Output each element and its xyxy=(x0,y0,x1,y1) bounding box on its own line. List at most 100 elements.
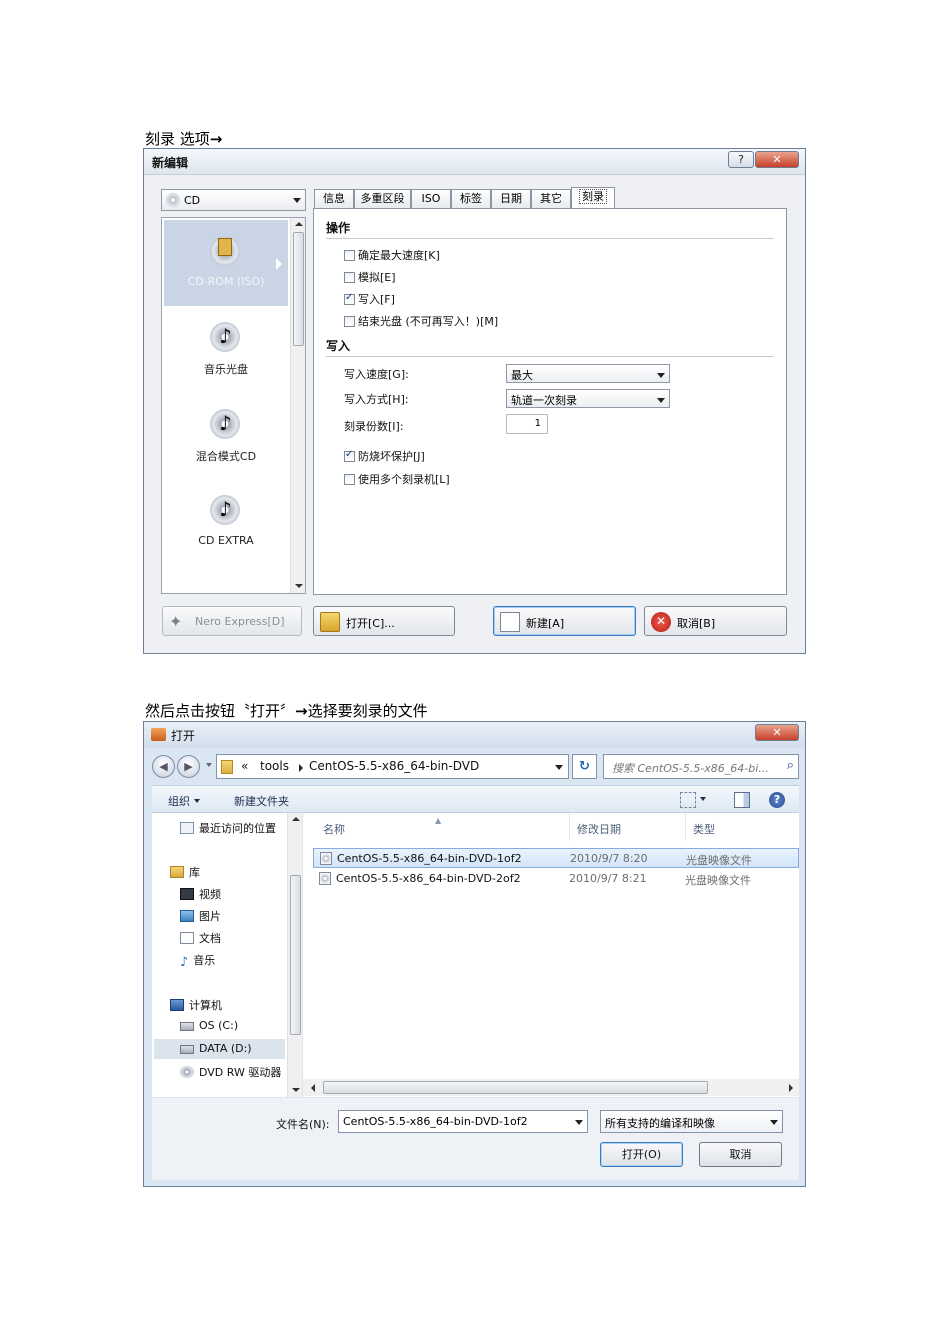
recent-pages-chevron-icon[interactable] xyxy=(206,763,212,767)
multiple-recorders-checkbox[interactable]: 使用多个刻录机[L] xyxy=(344,471,450,487)
open-button[interactable]: 打开[C]... xyxy=(313,606,455,636)
search-input[interactable]: 搜索 CentOS-5.5-x86_64-bi... ⌕ xyxy=(603,754,799,779)
breadcrumb-current[interactable]: CentOS-5.5-x86_64-bin-DVD xyxy=(309,759,479,773)
scroll-right-icon[interactable] xyxy=(789,1084,793,1092)
column-divider[interactable] xyxy=(685,813,686,841)
breadcrumb-separator-icon[interactable] xyxy=(299,764,303,772)
navigation-pane: 最近访问的位置 库 视频 图片 文档 ♪ 音乐 计算机 OS (C:) DATA … xyxy=(152,813,302,1097)
media-item-music-disc[interactable]: ♪ 音乐光盘 xyxy=(164,306,288,392)
copies-input[interactable]: 1 xyxy=(506,414,548,434)
tab-info[interactable]: 信息 xyxy=(314,189,354,209)
filename-input[interactable]: CentOS-5.5-x86_64-bin-DVD-1of2 xyxy=(338,1110,588,1133)
new-button[interactable]: 新建[A] xyxy=(493,606,636,636)
help-button[interactable]: ? xyxy=(728,151,754,168)
new-document-icon xyxy=(500,612,520,632)
recent-places-icon xyxy=(180,822,194,834)
new-folder-button[interactable]: 新建文件夹 xyxy=(234,793,289,809)
tab-dates[interactable]: 日期 xyxy=(491,189,531,209)
refresh-button[interactable]: ↻ xyxy=(572,754,597,779)
button-label: Nero Express[D] xyxy=(195,615,285,628)
scrollbar-thumb[interactable] xyxy=(293,232,304,346)
help-icon[interactable]: ? xyxy=(769,792,785,808)
open-file-button[interactable]: 打开(O) xyxy=(600,1142,683,1167)
nav-libraries[interactable]: 库 xyxy=(170,864,200,880)
nav-videos[interactable]: 视频 xyxy=(180,886,221,902)
chevron-down-icon[interactable] xyxy=(575,1120,583,1125)
view-options-chevron[interactable] xyxy=(700,793,706,806)
media-type-select[interactable]: CD xyxy=(161,189,306,211)
scroll-left-icon[interactable] xyxy=(311,1084,315,1092)
determine-max-speed-checkbox[interactable]: 确定最大速度[K] xyxy=(344,247,440,263)
tab-misc[interactable]: 其它 xyxy=(531,189,571,209)
write-heading: 写入 xyxy=(326,339,351,353)
column-divider[interactable] xyxy=(569,813,570,841)
search-icon[interactable]: ⌕ xyxy=(787,758,794,773)
preview-pane-icon[interactable] xyxy=(734,792,750,808)
scroll-up-icon[interactable] xyxy=(292,817,300,821)
media-list-scrollbar[interactable] xyxy=(290,218,305,593)
chevron-down-icon[interactable] xyxy=(555,765,563,770)
navigation-pane-scrollbar[interactable] xyxy=(287,813,302,1097)
breadcrumb-overflow[interactable]: « xyxy=(241,759,248,773)
chevron-right-icon xyxy=(276,258,282,270)
column-header-type[interactable]: 类型 xyxy=(693,821,715,837)
scrollbar-thumb[interactable] xyxy=(323,1081,708,1094)
change-view-icon[interactable] xyxy=(680,792,696,808)
write-method-select[interactable]: 轨道一次刻录 xyxy=(506,389,670,408)
filetype-select[interactable]: 所有支持的编译和映像 xyxy=(600,1110,783,1133)
address-bar[interactable]: « tools CentOS-5.5-x86_64-bin-DVD xyxy=(216,754,569,779)
nav-label: 视频 xyxy=(199,888,221,901)
nero-express-button[interactable]: ✦ Nero Express[D] xyxy=(162,606,302,636)
file-list-horizontal-scrollbar[interactable] xyxy=(303,1079,799,1096)
column-header-name[interactable]: 名称 xyxy=(323,821,345,837)
nav-os-drive[interactable]: OS (C:) xyxy=(180,1019,238,1032)
write-checkbox[interactable]: 写入[F] xyxy=(344,291,395,307)
cancel-button[interactable]: ✕ 取消[B] xyxy=(644,606,787,636)
command-bar: 组织 新建文件夹 ? xyxy=(152,785,799,813)
simulate-checkbox[interactable]: 模拟[E] xyxy=(344,269,396,285)
file-date: 2010/9/7 8:20 xyxy=(570,852,648,865)
scroll-up-icon[interactable] xyxy=(295,222,303,226)
nav-pictures[interactable]: 图片 xyxy=(180,908,221,924)
scroll-down-icon[interactable] xyxy=(295,584,303,588)
cancel-file-button[interactable]: 取消 xyxy=(699,1142,782,1167)
media-item-cd-rom-iso[interactable]: CD-ROM (ISO) xyxy=(164,220,288,306)
media-item-mixed-mode-cd[interactable]: ♪ 混合模式CD xyxy=(164,393,288,479)
buffer-underrun-protection-checkbox[interactable]: 防烧坏保护[J] xyxy=(344,448,425,464)
scroll-down-icon[interactable] xyxy=(292,1088,300,1092)
tab-iso[interactable]: ISO xyxy=(411,189,451,209)
checkbox-label: 模拟[E] xyxy=(358,271,396,284)
nav-documents[interactable]: 文档 xyxy=(180,930,221,946)
back-button[interactable]: ◀ xyxy=(152,755,175,778)
open-file-dialog: 打开 ✕ ◀ ▶ « tools CentOS-5.5-x86_64-bin-D… xyxy=(143,721,806,1187)
close-button[interactable]: ✕ xyxy=(755,151,799,168)
finalize-disc-checkbox[interactable]: 结束光盘 (不可再写入！)[M] xyxy=(344,313,498,329)
nav-dvd-drive[interactable]: DVD RW 驱动器 xyxy=(180,1064,281,1080)
nav-music[interactable]: ♪ 音乐 xyxy=(180,952,215,970)
burn-settings-panel: 操作 确定最大速度[K] 模拟[E] 写入[F] 结束光盘 (不可再写入！)[M… xyxy=(313,208,787,595)
tab-label[interactable]: 标签 xyxy=(451,189,491,209)
close-button[interactable]: ✕ xyxy=(755,724,799,741)
tab-multisession[interactable]: 多重区段 xyxy=(354,189,411,209)
write-speed-select[interactable]: 最大 xyxy=(506,364,670,383)
nav-data-drive[interactable]: DATA (D:) xyxy=(154,1039,285,1059)
tab-burn[interactable]: 刻录 xyxy=(571,187,615,209)
address-row: ◀ ▶ « tools CentOS-5.5-x86_64-bin-DVD ↻ … xyxy=(152,754,799,780)
organize-menu[interactable]: 组织 xyxy=(168,793,200,809)
file-row-1of2[interactable]: CentOS-5.5-x86_64-bin-DVD-1of2 2010/9/7 … xyxy=(313,848,799,868)
arrow-icon: → xyxy=(295,702,308,720)
scrollbar-thumb[interactable] xyxy=(290,875,301,1035)
file-row-2of2[interactable]: CentOS-5.5-x86_64-bin-DVD-2of2 2010/9/7 … xyxy=(313,869,799,889)
nav-computer[interactable]: 计算机 xyxy=(170,997,222,1013)
checkbox-label: 结束光盘 (不可再写入！)[M] xyxy=(358,315,499,328)
nav-label: OS (C:) xyxy=(199,1019,239,1032)
media-item-cd-extra[interactable]: ♪ CD EXTRA xyxy=(164,479,288,565)
nav-recent-places[interactable]: 最近访问的位置 xyxy=(180,820,276,836)
forward-button[interactable]: ▶ xyxy=(177,755,200,778)
cancel-icon: ✕ xyxy=(651,612,671,632)
disc-image-file-icon xyxy=(319,872,331,885)
folder-icon xyxy=(221,760,233,774)
checkbox-label: 防烧坏保护[J] xyxy=(358,450,425,463)
breadcrumb-tools[interactable]: tools xyxy=(260,759,289,773)
column-header-date[interactable]: 修改日期 xyxy=(577,821,621,837)
